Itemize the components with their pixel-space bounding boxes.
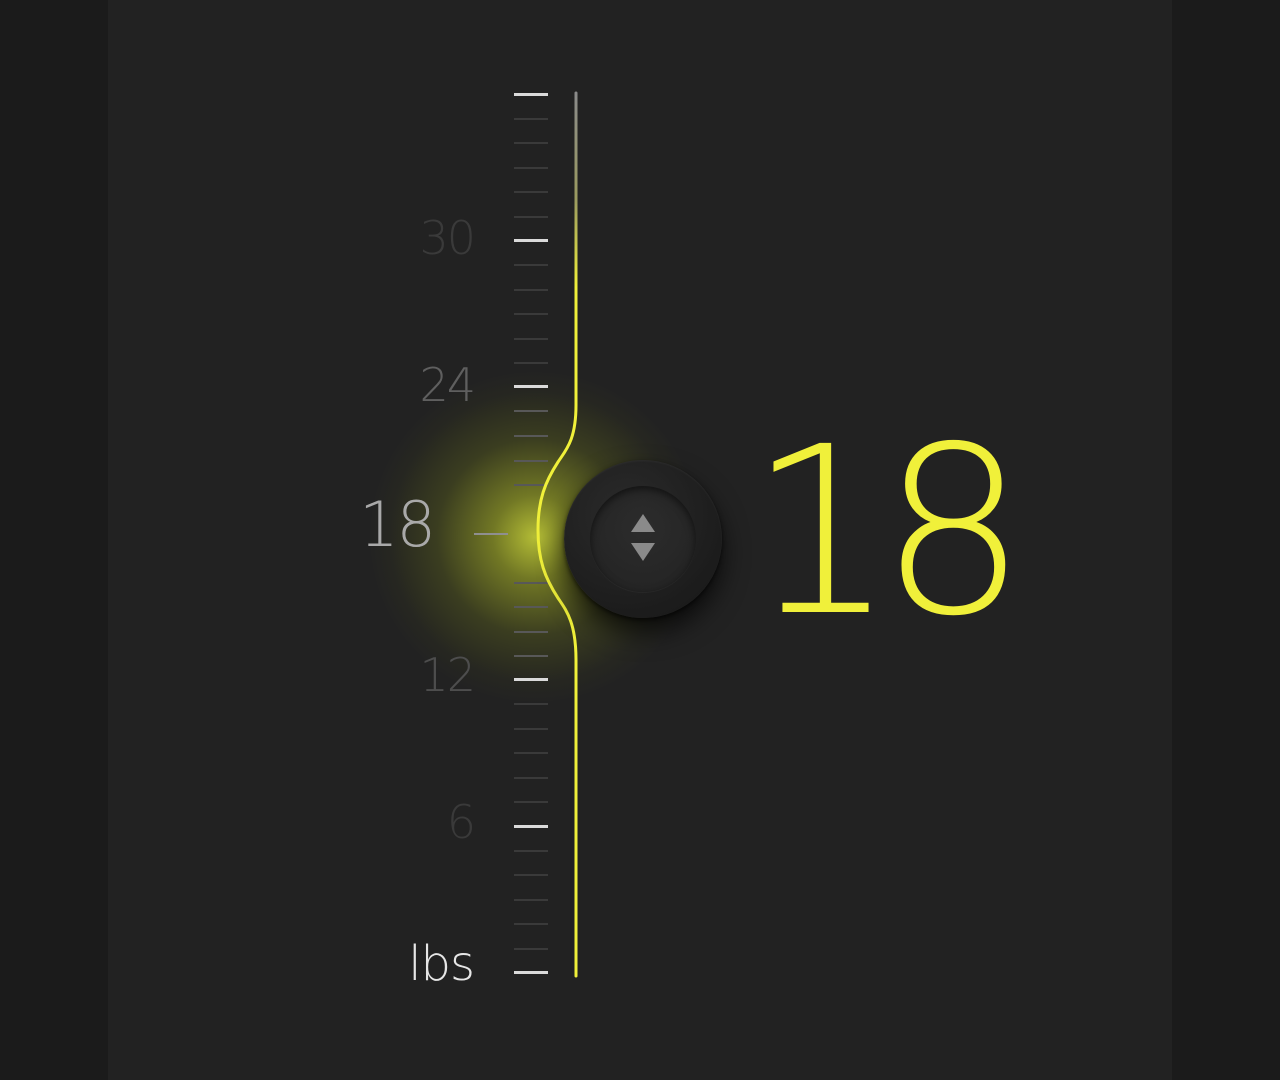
slider-knob-inner [590,486,696,592]
slider-knob[interactable] [564,460,722,618]
current-value-display: 18 [748,397,1027,667]
arrow-up-icon [631,514,655,532]
arrow-down-icon [631,543,655,561]
screen: 30 24 18 12 6 lbs 18 [0,0,1280,1080]
